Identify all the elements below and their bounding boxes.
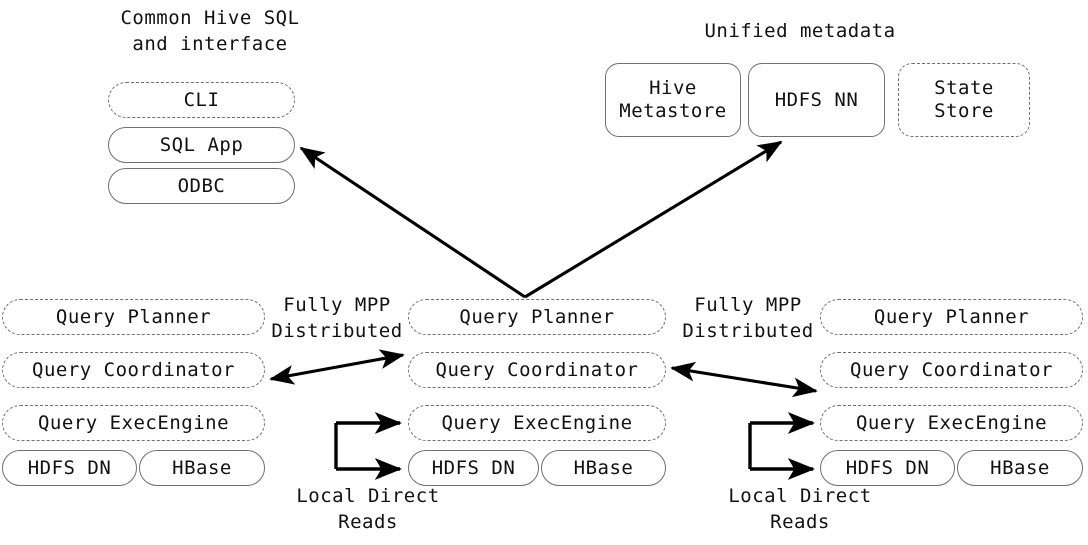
middle-node-hbase[interactable]: HBase	[541, 450, 666, 486]
arrow-right-to-middle	[670, 361, 818, 398]
arrow-left-to-middle	[269, 349, 405, 385]
node-odbc[interactable]: ODBC	[108, 168, 295, 204]
right-node-query-coordinator[interactable]: Query Coordinator	[820, 352, 1083, 388]
caption-common-hive-sql: Common Hive SQL and interface	[120, 7, 300, 55]
left-node-hdfs-dn[interactable]: HDFS DN	[2, 450, 137, 486]
architecture-diagram: Common Hive SQL and interface Unified me…	[0, 0, 1088, 545]
middle-node-query-coordinator[interactable]: Query Coordinator	[408, 352, 666, 388]
caption-unified-metadata: Unified metadata	[704, 20, 896, 42]
node-cli[interactable]: CLI	[108, 82, 295, 118]
middle-node-query-execengine[interactable]: Query ExecEngine	[408, 405, 666, 441]
left-node-hbase[interactable]: HBase	[139, 450, 265, 486]
node-hdfs-nn[interactable]: HDFS NN	[748, 63, 885, 137]
arrow-to-sql-app	[299, 146, 526, 299]
left-node-query-execengine[interactable]: Query ExecEngine	[2, 405, 265, 441]
right-node-query-planner[interactable]: Query Planner	[820, 299, 1083, 335]
left-node-query-planner[interactable]: Query Planner	[2, 299, 265, 335]
middle-node-query-planner[interactable]: Query Planner	[408, 299, 666, 335]
right-node-hdfs-dn[interactable]: HDFS DN	[820, 450, 955, 486]
left-node-query-coordinator[interactable]: Query Coordinator	[2, 352, 265, 388]
label-local-direct-reads-right: Local Direct Reads	[728, 485, 872, 533]
node-hive-metastore[interactable]: Hive Metastore	[605, 63, 741, 137]
right-node-query-execengine[interactable]: Query ExecEngine	[820, 405, 1083, 441]
label-fully-mpp-distributed-right: Fully MPP Distributed	[682, 294, 814, 342]
node-state-store[interactable]: State Store	[898, 63, 1030, 137]
label-fully-mpp-distributed-left: Fully MPP Distributed	[271, 294, 403, 342]
label-local-direct-reads-left: Local Direct Reads	[296, 485, 440, 533]
arrow-to-hdfs-nn	[524, 140, 783, 299]
right-node-hbase[interactable]: HBase	[957, 450, 1083, 486]
middle-node-hdfs-dn[interactable]: HDFS DN	[408, 450, 539, 486]
node-sql-app[interactable]: SQL App	[108, 127, 295, 163]
